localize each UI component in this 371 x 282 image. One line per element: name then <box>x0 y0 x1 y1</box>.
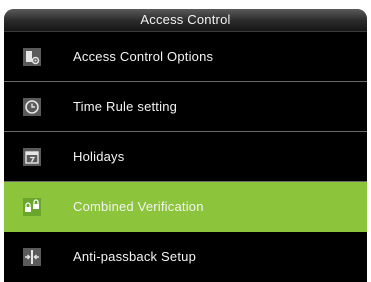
menu-list: Access Control Options Time Rule setting <box>4 32 367 281</box>
clock-icon <box>23 97 41 116</box>
menu-item-access-control-options[interactable]: Access Control Options <box>4 32 367 82</box>
menu-item-anti-passback-setup[interactable]: Anti-passback Setup <box>4 232 367 281</box>
menu-item-label: Time Rule setting <box>73 99 178 114</box>
padlocks-icon <box>23 197 41 216</box>
menu-item-combined-verification[interactable]: Combined Verification <box>4 182 367 232</box>
device-screen: Access Control Access Control Options Ti… <box>4 9 367 282</box>
calendar-icon <box>23 147 41 166</box>
menu-item-label: Anti-passback Setup <box>73 249 197 264</box>
page-title: Access Control <box>4 9 367 32</box>
menu-item-holidays[interactable]: Holidays <box>4 132 367 182</box>
access-control-options-icon <box>23 47 41 66</box>
menu-item-label: Holidays <box>73 149 125 164</box>
menu-item-time-rule-setting[interactable]: Time Rule setting <box>4 82 367 132</box>
menu-item-label: Access Control Options <box>73 49 214 64</box>
menu-item-label: Combined Verification <box>73 199 204 214</box>
anti-passback-icon <box>23 247 41 266</box>
